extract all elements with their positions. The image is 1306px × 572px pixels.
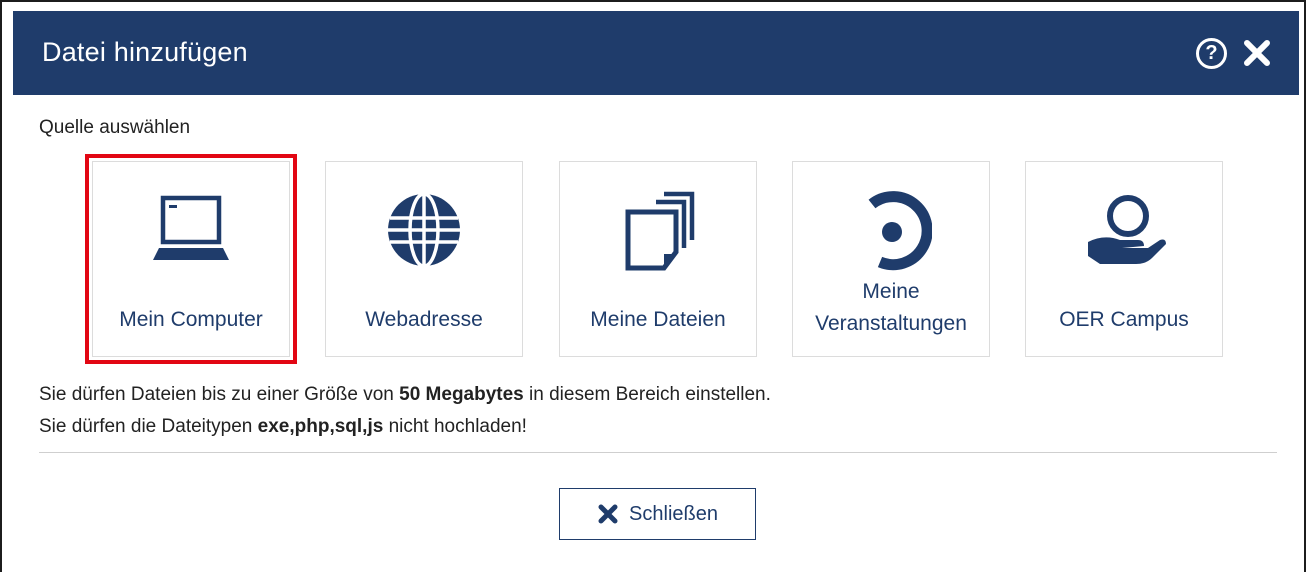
dialog-title: Datei hinzufügen bbox=[42, 37, 248, 67]
help-button[interactable]: ? bbox=[1196, 38, 1227, 69]
source-option-label-line2: Veranstaltungen bbox=[815, 312, 967, 335]
laptop-icon bbox=[153, 195, 229, 260]
source-option-label-line1: Meine bbox=[862, 280, 920, 303]
close-icon bbox=[598, 504, 618, 524]
source-option-label: Meine Veranstaltungen bbox=[793, 276, 989, 340]
globe-icon bbox=[388, 192, 460, 268]
add-file-dialog: Datei hinzufügen ? Quelle auswählen Mein… bbox=[0, 0, 1306, 572]
source-option-my-files[interactable]: Meine Dateien bbox=[559, 161, 757, 357]
size-limit-value: 50 Megabytes bbox=[399, 384, 524, 405]
divider bbox=[39, 452, 1277, 453]
source-option-label: OER Campus bbox=[1059, 308, 1189, 331]
close-button-label: Schließen bbox=[629, 502, 718, 525]
seminar-icon bbox=[868, 191, 932, 271]
source-option-label: Webadresse bbox=[365, 308, 483, 331]
help-icon: ? bbox=[1205, 42, 1218, 64]
close-icon bbox=[1244, 40, 1270, 66]
files-icon bbox=[625, 191, 695, 271]
forbidden-types-value: exe,php,sql,js bbox=[257, 416, 384, 437]
source-option-label: Meine Dateien bbox=[590, 308, 726, 331]
source-option-web-address[interactable]: Webadresse bbox=[325, 161, 523, 357]
close-button[interactable]: Schließen bbox=[559, 488, 756, 540]
size-limit-text: Sie dürfen Dateien bis zu einer Größe vo… bbox=[39, 384, 771, 405]
source-option-my-courses[interactable]: Meine Veranstaltungen bbox=[792, 161, 990, 357]
source-option-my-computer[interactable]: Mein Computer bbox=[85, 154, 297, 364]
source-option-label: Mein Computer bbox=[119, 308, 263, 331]
dialog-titlebar: Datei hinzufügen ? bbox=[13, 11, 1299, 95]
source-label: Quelle auswählen bbox=[39, 117, 191, 138]
oer-hand-icon bbox=[1088, 195, 1166, 264]
source-option-oer-campus[interactable]: OER Campus bbox=[1025, 161, 1223, 357]
dialog-close-button[interactable] bbox=[1239, 35, 1275, 71]
forbidden-types-text: Sie dürfen die Dateitypen exe,php,sql,js… bbox=[39, 416, 527, 437]
